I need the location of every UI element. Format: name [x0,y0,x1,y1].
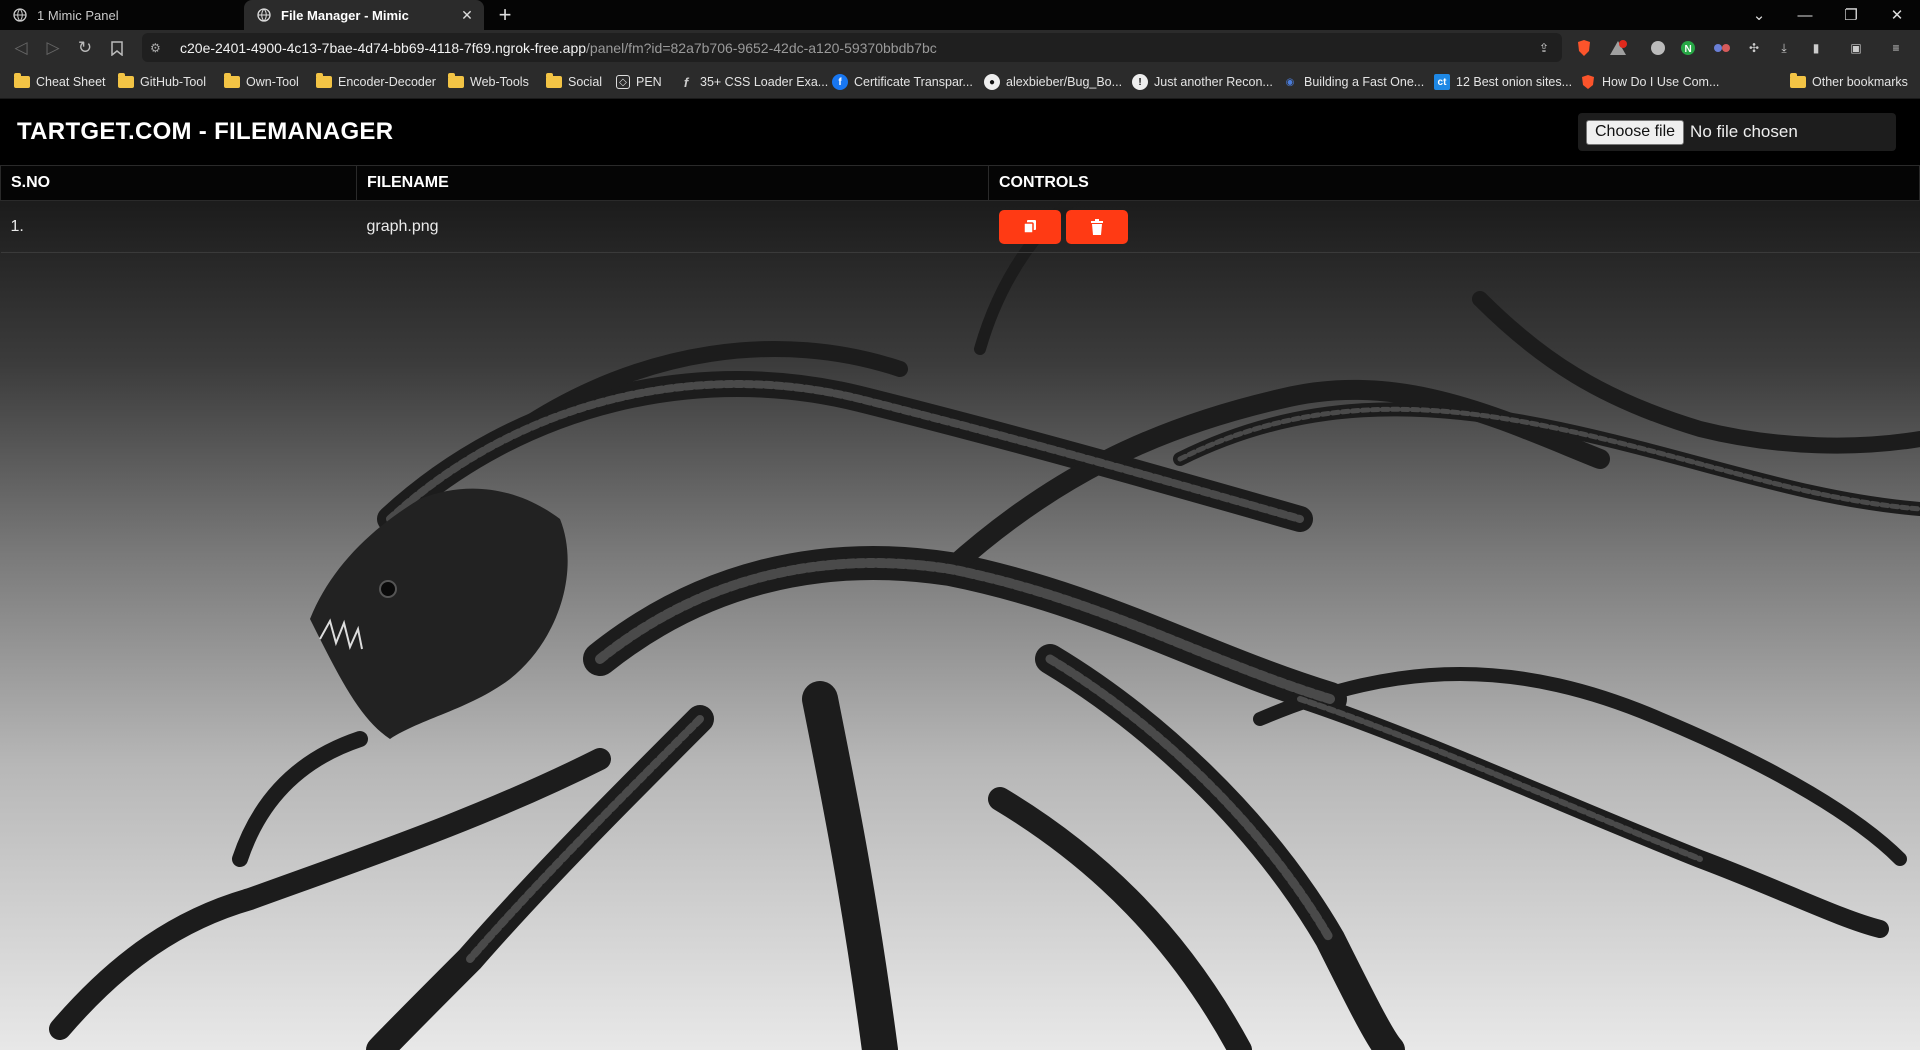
folder-icon [1790,73,1806,90]
github-icon: ● [984,74,1000,90]
bookmark-label: 35+ CSS Loader Exa... [700,75,829,89]
folder-icon [14,73,30,90]
folder-icon [316,73,332,90]
file-manager-page: TARTGET.COM - FILEMANAGER Choose file No… [0,99,1920,1050]
bookmark-web-tools[interactable]: Web-Tools [448,71,529,93]
bookmark-label: Certificate Transpar... [854,75,973,89]
globe-icon: ◉ [1285,76,1295,88]
header-filename: FILENAME [356,165,989,201]
folder-icon [448,73,464,90]
app-header: TARTGET.COM - FILEMANAGER Choose file No… [0,99,1920,165]
tab-mimic-panel[interactable]: 1 Mimic Panel [0,0,244,30]
extensions-puzzle-icon[interactable]: ✣ [1744,38,1764,58]
tab-title: 1 Mimic Panel [37,7,119,23]
page-title: TARTGET.COM - FILEMANAGER [17,118,394,145]
bookmark-label: Building a Fast One... [1304,75,1425,89]
tab-title: File Manager - Mimic [281,7,409,23]
extension-circle-icon[interactable] [1648,38,1668,58]
files-table: S.NO FILENAME CONTROLS 1. graph.png [0,165,1920,253]
bookmark-label: Web-Tools [470,75,529,89]
bookmark-label: Other bookmarks [1812,75,1908,89]
copy-button[interactable] [998,209,1061,244]
share-icon[interactable]: ⇪ [1534,38,1554,58]
table-header-row: S.NO FILENAME CONTROLS [0,165,1920,201]
bookmarks-bar: Cheat Sheet GitHub-Tool Own-Tool Encoder… [0,65,1920,99]
close-window-icon[interactable]: ✕ [1874,0,1920,30]
bookmark-bug-bounty[interactable]: ● alexbieber/Bug_Bo... [984,71,1122,93]
other-bookmarks[interactable]: Other bookmarks [1790,71,1908,93]
alert-icon: ! [1132,74,1148,90]
close-tab-icon[interactable]: ✕ [458,6,476,24]
bookmark-label: PEN [636,75,662,89]
folder-icon [118,73,134,90]
tab-bar: 1 Mimic Panel File Manager - Mimic ✕ + ⌄… [0,0,1920,30]
extension-glasses-icon[interactable] [1712,38,1732,58]
bookmark-onion-sites[interactable]: ct 12 Best onion sites... [1434,71,1572,93]
menu-icon[interactable]: ≡ [1886,38,1906,58]
header-controls: CONTROLS [988,165,1920,201]
sidebar-icon[interactable]: ▮ [1806,38,1826,58]
bookmark-pen[interactable]: ◇ PEN [616,71,662,93]
forward-icon[interactable]: ▷ [40,35,66,61]
table-row: 1. graph.png [0,200,1920,253]
bookmark-css-loader[interactable]: f 35+ CSS Loader Exa... [678,71,828,93]
bookmark-cheat-sheet[interactable]: Cheat Sheet [14,71,106,93]
reload-icon[interactable]: ↻ [72,35,98,61]
bookmark-building[interactable]: ◉ Building a Fast One... [1282,71,1425,93]
f-icon: f [683,74,689,90]
bookmark-label: How Do I Use Com... [1602,75,1720,89]
bookmark-encoder-decoder[interactable]: Encoder-Decoder [316,71,436,93]
url-host: c20e-2401-4900-4c13-7bae-4d74-bb69-4118-… [180,39,587,56]
restore-icon[interactable]: ❐ [1828,0,1874,30]
bookmark-own-tool[interactable]: Own-Tool [224,71,299,93]
codepen-icon: ◇ [616,75,630,89]
bookmark-label: Cheat Sheet [36,75,106,89]
site-info-icon[interactable]: ⚙ [150,41,174,55]
cell-controls [988,200,1920,253]
folder-icon [224,73,240,90]
svg-text:N: N [1685,44,1692,55]
brave-icon [1580,74,1596,90]
url-path: /panel/fm?id=82a7b706-9652-42dc-a120-593… [586,39,937,56]
minimize-icon[interactable]: — [1782,0,1828,30]
brave-shield-icon[interactable] [1574,38,1594,58]
bookmark-label: GitHub-Tool [140,75,206,89]
bookmark-recon[interactable]: ! Just another Recon... [1132,71,1273,93]
copy-icon [1022,219,1036,234]
bookmark-page-icon[interactable] [104,35,130,61]
tab-search-icon[interactable]: ⌄ [1736,0,1782,30]
address-bar[interactable]: ⚙ c20e-2401-4900-4c13-7bae-4d74-bb69-411… [142,33,1562,62]
extension-n-icon[interactable]: N [1678,38,1698,58]
bookmark-label: Social [568,75,603,89]
file-status: No file chosen [1690,122,1798,141]
bookmark-label: Just another Recon... [1154,75,1273,89]
tab-file-manager[interactable]: File Manager - Mimic ✕ [244,0,484,30]
new-tab-button[interactable]: + [492,2,518,28]
wallet-icon[interactable]: ▣ [1846,38,1866,58]
bookmark-label: 12 Best onion sites... [1456,75,1573,89]
ct-icon: ct [1434,74,1450,90]
bookmark-social[interactable]: Social [546,71,602,93]
bookmark-label: alexbieber/Bug_Bo... [1006,75,1123,89]
folder-icon [546,73,562,90]
bookmark-label: Encoder-Decoder [338,75,436,89]
cell-filename: graph.png [356,200,989,253]
browser-toolbar: ◁ ▷ ↻ ⚙ c20e-2401-4900-4c13-7bae-4d74-bb… [0,30,1920,65]
brave-rewards-icon[interactable] [1608,38,1628,58]
back-icon[interactable]: ◁ [8,35,34,61]
facebook-icon: f [832,74,848,90]
choose-file-button[interactable]: Choose file [1586,119,1685,145]
delete-button[interactable] [1065,209,1128,244]
globe-icon [12,8,27,23]
bookmark-how-do-i[interactable]: How Do I Use Com... [1580,71,1719,93]
globe-icon [256,8,271,23]
bookmark-github-tool[interactable]: GitHub-Tool [118,71,206,93]
bookmark-label: Own-Tool [246,75,299,89]
cell-sno: 1. [0,200,357,253]
bookmark-certificate[interactable]: f Certificate Transpar... [832,71,973,93]
header-sno: S.NO [0,165,357,201]
download-icon[interactable]: ⤓ [1774,38,1794,58]
trash-icon [1090,218,1103,235]
file-upload[interactable]: Choose file No file chosen [1578,113,1896,151]
